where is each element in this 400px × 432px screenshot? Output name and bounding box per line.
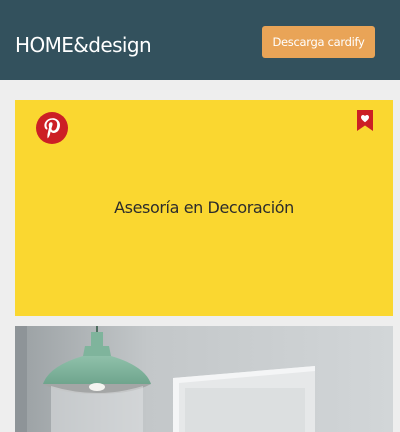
pinterest-icon[interactable] [36,112,68,144]
app-header: HOME&design Descarga cardify [0,0,400,80]
heart-bookmark-icon[interactable] [357,110,373,131]
service-card[interactable]: Asesoría en Decoración [15,100,393,316]
interior-photo[interactable] [15,326,393,432]
brand-logo[interactable]: HOME&design [15,33,152,57]
card-title: Asesoría en Decoración [114,198,294,217]
download-cardify-button[interactable]: Descarga cardify [262,26,375,58]
